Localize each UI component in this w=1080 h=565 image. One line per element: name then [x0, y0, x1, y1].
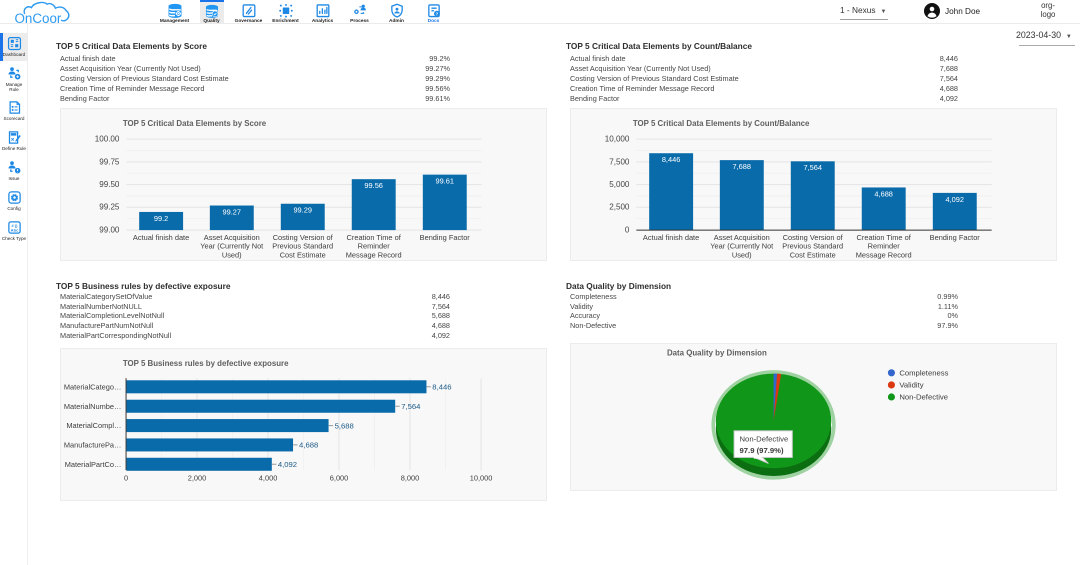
svg-text:Bending Factor: Bending Factor	[930, 233, 981, 242]
svg-text:Validity: Validity	[899, 381, 923, 390]
svg-text:Abc: Abc	[10, 227, 18, 232]
svg-text:8,446: 8,446	[662, 155, 681, 164]
svg-text:0: 0	[124, 474, 128, 483]
svg-text:7,688: 7,688	[733, 162, 752, 171]
svg-text:5,688: 5,688	[335, 421, 354, 430]
svg-text:4,092: 4,092	[278, 460, 297, 469]
svg-text:4,092: 4,092	[945, 195, 964, 204]
svg-text:99.29: 99.29	[293, 206, 311, 215]
svg-text:99.61: 99.61	[435, 177, 454, 186]
svg-text:Non-Defective: Non-Defective	[899, 393, 948, 402]
svg-text:99.50: 99.50	[99, 180, 120, 189]
svg-text:5,000: 5,000	[609, 180, 630, 189]
svg-text:Reminder: Reminder	[358, 242, 391, 251]
svg-text:Year (Currently Not: Year (Currently Not	[710, 242, 773, 251]
svg-text:6,000: 6,000	[330, 474, 349, 483]
svg-text:Asset Acquisition: Asset Acquisition	[714, 233, 770, 242]
svg-text:MaterialPartCo…: MaterialPartCo…	[65, 460, 122, 469]
svg-text:4,688: 4,688	[874, 189, 892, 198]
svg-text:Year (Currently Not: Year (Currently Not	[200, 242, 263, 251]
svg-text:TOP 5 Critical Data Elements b: TOP 5 Critical Data Elements by Count/Ba…	[633, 119, 810, 128]
svg-text:7,500: 7,500	[609, 157, 630, 166]
svg-text:4,000: 4,000	[259, 474, 278, 483]
svg-text:10,000: 10,000	[470, 474, 493, 483]
svg-text:7,564: 7,564	[803, 163, 822, 172]
svg-text:Non-Defective: Non-Defective	[740, 435, 789, 444]
svg-text:Previous Standard: Previous Standard	[272, 242, 333, 251]
svg-text:Cost Estimate: Cost Estimate	[280, 251, 326, 260]
svg-text:97.9 (97.9%): 97.9 (97.9%)	[740, 446, 784, 455]
svg-text:MaterialCatego…: MaterialCatego…	[64, 382, 122, 391]
svg-text:TOP 5 Business rules by defect: TOP 5 Business rules by defective exposu…	[123, 359, 289, 368]
svg-text:8,446: 8,446	[432, 383, 451, 392]
svg-text:4,688: 4,688	[299, 441, 318, 450]
svg-text:ManufacturePa…: ManufacturePa…	[64, 441, 122, 450]
svg-text:Asset Acquisition: Asset Acquisition	[204, 233, 260, 242]
svg-text:Message Record: Message Record	[856, 251, 912, 260]
svg-text:Used): Used)	[732, 251, 752, 260]
svg-text:Creation Time of: Creation Time of	[347, 233, 402, 242]
svg-text:Creation Time of: Creation Time of	[857, 233, 912, 242]
svg-text:Actual finish date: Actual finish date	[133, 233, 189, 242]
svg-text:0: 0	[625, 226, 630, 235]
svg-text:99.27: 99.27	[223, 207, 241, 216]
svg-text:7,564: 7,564	[401, 402, 421, 411]
svg-text:Cost Estimate: Cost Estimate	[790, 251, 836, 260]
svg-text:Completeness: Completeness	[899, 369, 948, 378]
svg-text:99.56: 99.56	[364, 181, 382, 190]
svg-text:99.2: 99.2	[154, 214, 168, 223]
svg-text:Previous Standard: Previous Standard	[782, 242, 843, 251]
svg-text:TOP 5 Critical Data Elements b: TOP 5 Critical Data Elements by Score	[123, 119, 267, 128]
svg-text:99.75: 99.75	[99, 157, 120, 166]
svg-text:100.00: 100.00	[95, 135, 120, 144]
svg-text:2,000: 2,000	[188, 474, 207, 483]
svg-text:Data Quality by Dimension: Data Quality by Dimension	[667, 348, 767, 357]
svg-text:MaterialNumbe…: MaterialNumbe…	[64, 402, 122, 411]
svg-text:MaterialCompl…: MaterialCompl…	[66, 421, 121, 430]
svg-text:2,500: 2,500	[609, 203, 630, 212]
svg-text:99.00: 99.00	[99, 226, 120, 235]
svg-text:99.25: 99.25	[99, 203, 120, 212]
svg-text:Costing Version of: Costing Version of	[273, 233, 334, 242]
svg-text:10,000: 10,000	[605, 135, 630, 144]
svg-text:Message Record: Message Record	[346, 251, 402, 260]
svg-text:8,000: 8,000	[401, 474, 420, 483]
svg-text:Bending Factor: Bending Factor	[420, 233, 471, 242]
svg-text:Actual finish date: Actual finish date	[643, 233, 699, 242]
svg-text:Used): Used)	[222, 251, 242, 260]
svg-text:Reminder: Reminder	[868, 242, 901, 251]
svg-text:?: ?	[435, 11, 438, 16]
svg-text:Costing Version of: Costing Version of	[783, 233, 844, 242]
